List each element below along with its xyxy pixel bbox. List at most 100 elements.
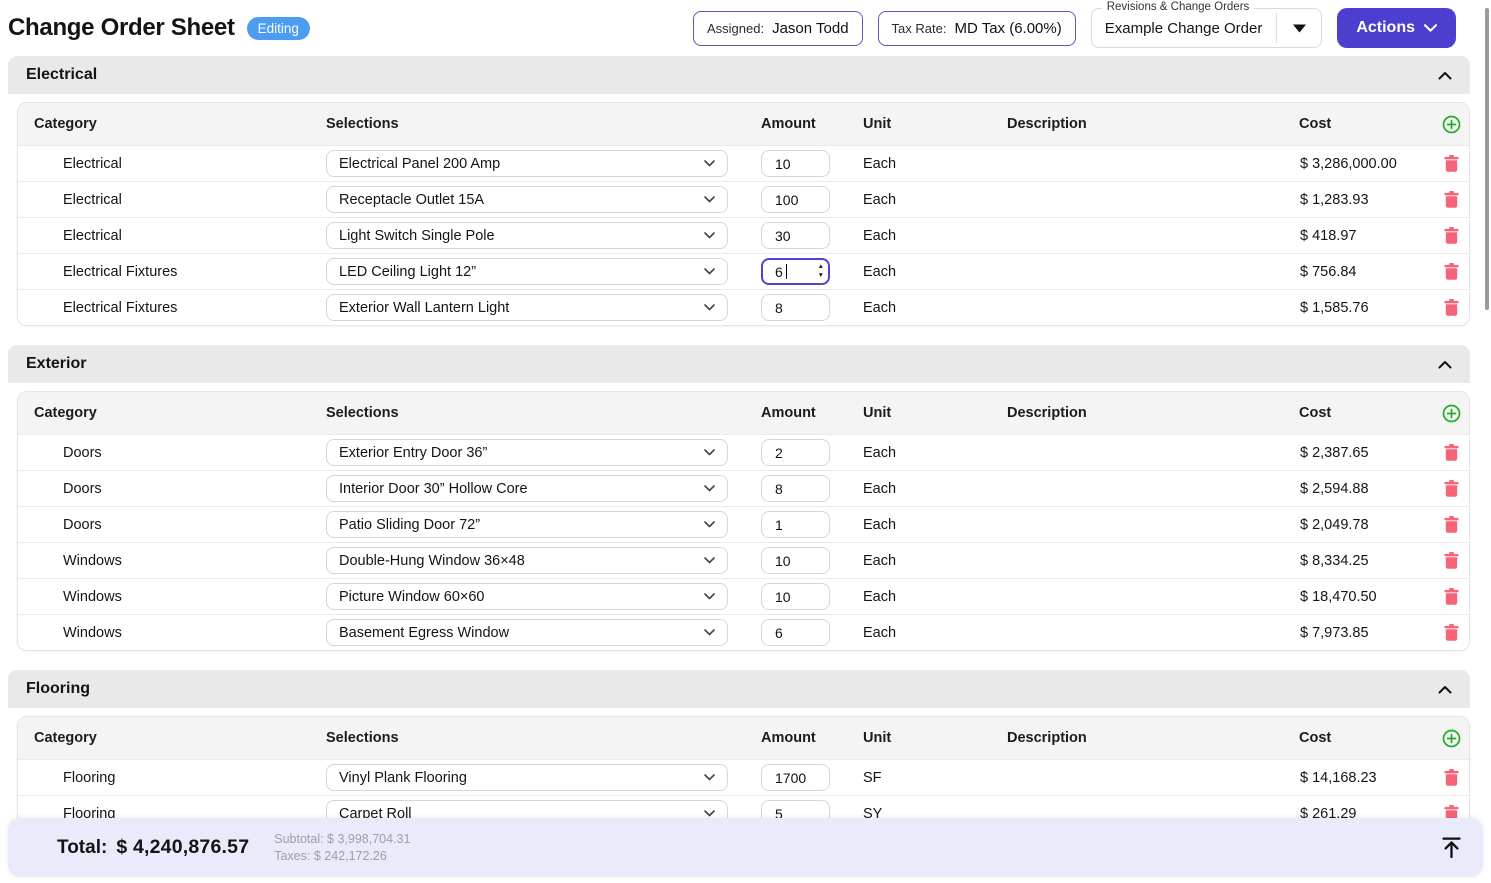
row-unit: SF	[860, 770, 1004, 786]
scrollbar-thumb[interactable]	[1485, 8, 1489, 310]
scroll-top-button[interactable]	[1434, 830, 1469, 865]
column-header-selections: Selections	[326, 730, 758, 746]
amount-input[interactable]	[761, 222, 830, 249]
number-spinner[interactable]: ▲▼	[818, 262, 824, 281]
row-unit: Each	[860, 192, 1004, 208]
selection-dropdown[interactable]: LED Ceiling Light 12”	[326, 258, 728, 285]
add-row-button[interactable]	[1442, 729, 1461, 748]
column-header-category: Category	[18, 730, 326, 746]
add-row-button[interactable]	[1442, 115, 1461, 134]
totals-bar: Total: $ 4,240,876.57 Subtotal: $ 3,998,…	[8, 818, 1483, 877]
delete-row-button[interactable]	[1444, 769, 1459, 786]
revisions-dropdown[interactable]: Revisions & Change Orders Example Change…	[1091, 8, 1323, 48]
assigned-box[interactable]: Assigned: Jason Todd	[693, 11, 863, 46]
row-category: Doors	[18, 517, 326, 533]
delete-row-button[interactable]	[1444, 444, 1459, 461]
chevron-down-icon	[704, 268, 715, 275]
delete-row-button[interactable]	[1444, 552, 1459, 569]
selection-dropdown[interactable]: Interior Door 30” Hollow Core	[326, 475, 728, 502]
selection-dropdown[interactable]: Basement Egress Window	[326, 619, 728, 646]
chevron-up-icon[interactable]	[1438, 685, 1452, 694]
delete-row-button[interactable]	[1444, 624, 1459, 641]
selection-dropdown-value: Receptacle Outlet 15A	[339, 192, 484, 208]
triangle-down-icon[interactable]	[1277, 23, 1321, 33]
table-row: Windows Picture Window 60×60 ▲▼ Each $ 1…	[18, 578, 1469, 614]
selection-dropdown[interactable]: Receptacle Outlet 15A	[326, 186, 728, 213]
selection-dropdown[interactable]: Double-Hung Window 36×48	[326, 547, 728, 574]
amount-input[interactable]	[761, 150, 830, 177]
section-header[interactable]: Flooring	[8, 670, 1470, 708]
total-line: Total: $ 4,240,876.57	[57, 836, 249, 859]
column-header-unit: Unit	[860, 730, 1004, 746]
column-header-description: Description	[1004, 730, 1296, 746]
column-header-amount: Amount	[758, 730, 860, 746]
amount-input[interactable]	[761, 764, 830, 791]
row-cost: $ 418.97	[1296, 228, 1431, 244]
row-cost: $ 7,973.85	[1296, 625, 1431, 641]
chevron-up-icon[interactable]	[1438, 71, 1452, 80]
selection-dropdown[interactable]: Light Switch Single Pole	[326, 222, 728, 249]
plus-circle-icon	[1442, 729, 1461, 748]
chevron-down-icon	[704, 232, 715, 239]
table-row: Doors Patio Sliding Door 72” ▲▼ Each $ 2…	[18, 506, 1469, 542]
delete-row-button[interactable]	[1444, 263, 1459, 280]
selection-dropdown[interactable]: Exterior Wall Lantern Light	[326, 294, 728, 321]
chevron-up-icon[interactable]	[1438, 360, 1452, 369]
table-row: Electrical Electrical Panel 200 Amp ▲▼ E…	[18, 145, 1469, 181]
amount-input[interactable]	[761, 475, 830, 502]
delete-row-button[interactable]	[1444, 516, 1459, 533]
actions-button[interactable]: Actions	[1337, 8, 1456, 48]
delete-row-button[interactable]	[1444, 227, 1459, 244]
trash-icon	[1444, 624, 1459, 641]
column-header-amount: Amount	[758, 405, 860, 421]
selection-dropdown[interactable]: Patio Sliding Door 72”	[326, 511, 728, 538]
assigned-value: Jason Todd	[772, 20, 848, 37]
table-card: Category Selections Amount Unit Descript…	[17, 716, 1470, 832]
total-value: $ 4,240,876.57	[116, 836, 249, 859]
delete-row-button[interactable]	[1444, 155, 1459, 172]
amount-input[interactable]	[761, 619, 830, 646]
section-rows: Doors Exterior Entry Door 36” ▲▼ Each $ …	[18, 434, 1469, 650]
add-row-button[interactable]	[1442, 404, 1461, 423]
topbar: Change Order Sheet Editing Assigned: Jas…	[0, 0, 1491, 56]
row-cost: $ 3,286,000.00	[1296, 156, 1431, 172]
arrow-up-to-line-icon	[1440, 836, 1463, 859]
table-header-row: Category Selections Amount Unit Descript…	[18, 392, 1469, 434]
chevron-down-icon	[704, 521, 715, 528]
delete-row-button[interactable]	[1444, 299, 1459, 316]
row-unit: Each	[860, 553, 1004, 569]
amount-field: ▲▼	[761, 150, 830, 177]
change-order-sheet-page: Change Order Sheet Editing Assigned: Jas…	[0, 0, 1491, 883]
row-cost: $ 8,334.25	[1296, 553, 1431, 569]
selection-dropdown[interactable]: Exterior Entry Door 36”	[326, 439, 728, 466]
delete-row-button[interactable]	[1444, 480, 1459, 497]
trash-icon	[1444, 155, 1459, 172]
amount-input[interactable]	[761, 511, 830, 538]
selection-dropdown-value: Interior Door 30” Hollow Core	[339, 481, 528, 497]
chevron-down-icon	[704, 810, 715, 817]
row-category: Windows	[18, 625, 326, 641]
selection-dropdown[interactable]: Picture Window 60×60	[326, 583, 728, 610]
status-badge: Editing	[247, 17, 310, 40]
section-header[interactable]: Electrical	[8, 56, 1470, 94]
row-unit: Each	[860, 228, 1004, 244]
amount-input[interactable]	[761, 583, 830, 610]
row-category: Doors	[18, 481, 326, 497]
column-header-cost: Cost	[1296, 730, 1431, 746]
section-body: Category Selections Amount Unit Descript…	[8, 383, 1470, 659]
table-card: Category Selections Amount Unit Descript…	[17, 391, 1470, 651]
table-row: Electrical Fixtures Exterior Wall Lanter…	[18, 289, 1469, 325]
section-header[interactable]: Exterior	[8, 345, 1470, 383]
delete-row-button[interactable]	[1444, 191, 1459, 208]
amount-field: ▲▼	[761, 222, 830, 249]
amount-input[interactable]	[761, 547, 830, 574]
delete-row-button[interactable]	[1444, 588, 1459, 605]
amount-input[interactable]	[761, 439, 830, 466]
amount-input[interactable]	[761, 294, 830, 321]
amount-input[interactable]	[761, 186, 830, 213]
selection-dropdown[interactable]: Vinyl Plank Flooring	[326, 764, 728, 791]
row-unit: Each	[860, 445, 1004, 461]
row-cost: $ 756.84	[1296, 264, 1431, 280]
tax-rate-box[interactable]: Tax Rate: MD Tax (6.00%)	[878, 11, 1076, 46]
selection-dropdown[interactable]: Electrical Panel 200 Amp	[326, 150, 728, 177]
